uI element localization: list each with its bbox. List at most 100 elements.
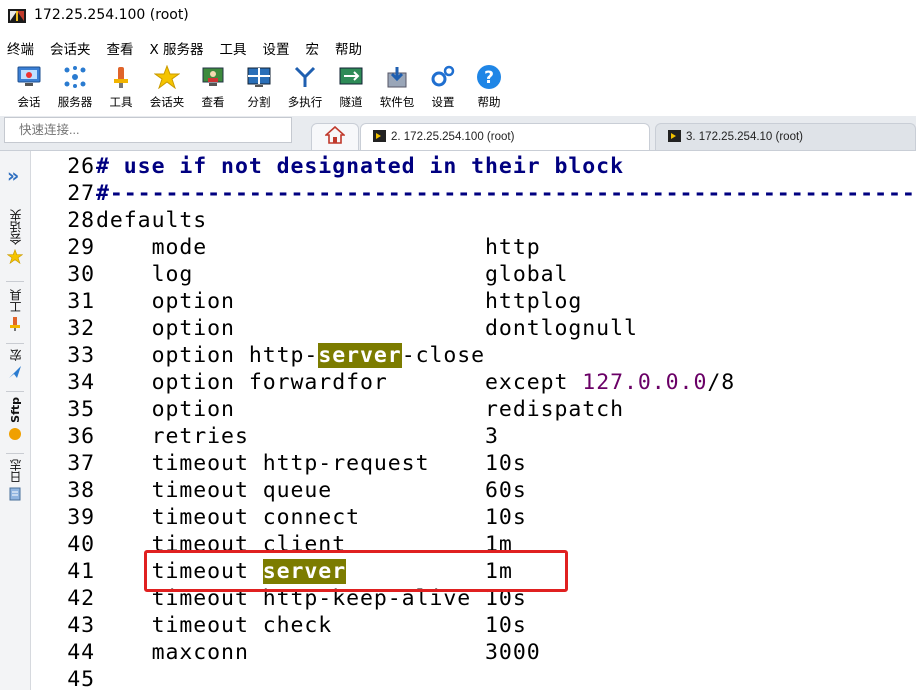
session-icon bbox=[15, 63, 43, 91]
code-text: mode http bbox=[96, 235, 541, 260]
line-code: maxconn 3000 bbox=[96, 639, 541, 666]
line-number: 26 bbox=[67, 154, 95, 179]
code-text: timeout http-request 10s bbox=[96, 451, 527, 476]
line-code: option dontlognull bbox=[96, 315, 638, 342]
menu-xserver[interactable]: X 服务器 bbox=[143, 34, 213, 60]
line-number: 34 bbox=[67, 370, 95, 395]
line-number: 45 bbox=[67, 667, 95, 690]
tunnel-icon bbox=[337, 63, 365, 91]
line-number: 27 bbox=[67, 181, 95, 206]
side-panel: » 会话夹 工具 宏 Sftp 日志 bbox=[0, 151, 31, 690]
menu-settings[interactable]: 设置 bbox=[256, 34, 299, 60]
view-icon bbox=[199, 63, 227, 91]
menu-help[interactable]: 帮助 bbox=[328, 34, 371, 60]
sidebar-tab-sftp[interactable]: Sftp bbox=[4, 397, 26, 445]
multiexec-icon bbox=[291, 63, 319, 91]
menu-macros[interactable]: 宏 bbox=[299, 34, 329, 60]
tools-icon bbox=[107, 63, 135, 91]
settings-button[interactable]: 设置 bbox=[420, 60, 466, 116]
line-code: #---------------------------------------… bbox=[96, 180, 916, 207]
menu-terminal[interactable]: 终端 bbox=[0, 34, 43, 60]
line-number: 38 bbox=[67, 478, 95, 503]
split-button[interactable]: 分割 bbox=[236, 60, 282, 116]
menu-sessions[interactable]: 会话夹 bbox=[43, 34, 100, 60]
servers-button[interactable]: 服务器 bbox=[52, 60, 98, 116]
settings-icon bbox=[429, 63, 457, 91]
tab-session-2[interactable]: 2. 172.25.254.100 (root) bbox=[360, 123, 650, 150]
expand-chevron-icon[interactable]: » bbox=[7, 165, 19, 187]
code-text: -close bbox=[401, 343, 486, 368]
line-number: 29 bbox=[67, 235, 95, 260]
line-code: defaults bbox=[96, 207, 207, 234]
tab-session-3[interactable]: 3. 172.25.254.10 (root) bbox=[655, 123, 916, 150]
macro-icon bbox=[8, 364, 22, 383]
menu-tools[interactable]: 工具 bbox=[213, 34, 256, 60]
line-number: 36 bbox=[67, 424, 95, 449]
log-icon bbox=[8, 486, 22, 505]
package-icon bbox=[383, 63, 411, 91]
help-icon: ? bbox=[475, 63, 503, 91]
sidebar-divider bbox=[6, 391, 24, 392]
line-code: timeout check 10s bbox=[96, 612, 527, 639]
star-icon bbox=[6, 248, 24, 268]
code-text: maxconn 3000 bbox=[96, 640, 541, 665]
code-text: log global bbox=[96, 262, 569, 287]
quick-connect-input[interactable] bbox=[5, 118, 291, 142]
terminal-tab-icon bbox=[373, 129, 386, 145]
line-number: 40 bbox=[67, 532, 95, 557]
line-code: log global bbox=[96, 261, 568, 288]
line-code: timeout connect 10s bbox=[96, 504, 527, 531]
tunnel-button[interactable]: 隧道 bbox=[328, 60, 374, 116]
code-text: timeout connect 10s bbox=[96, 505, 527, 530]
sidebar-tab-macros[interactable]: 宏 bbox=[4, 349, 26, 383]
line-code: option forwardfor except 127.0.0.0/8 bbox=[96, 369, 735, 396]
sidebar-divider bbox=[6, 343, 24, 344]
sftp-icon bbox=[8, 426, 22, 445]
line-number: 33 bbox=[67, 343, 95, 368]
line-number: 44 bbox=[67, 640, 95, 665]
sidebar-tab-sessions[interactable]: 会话夹 bbox=[4, 209, 26, 268]
line-number: 35 bbox=[67, 397, 95, 422]
tab-label: 3. 172.25.254.10 (root) bbox=[686, 131, 803, 143]
sidebar-tab-log[interactable]: 日志 bbox=[4, 459, 26, 505]
code-number: 127.0.0.0 bbox=[582, 370, 708, 395]
help-button[interactable]: ? 帮助 bbox=[466, 60, 512, 116]
line-code: timeout queue 60s bbox=[96, 477, 527, 504]
line-number: 31 bbox=[67, 289, 95, 314]
line-number: 39 bbox=[67, 505, 95, 530]
home-tab[interactable] bbox=[311, 123, 359, 150]
title-bar: 172.25.254.100 (root) bbox=[0, 0, 916, 32]
code-text: option http- bbox=[96, 343, 319, 368]
highlight-annotation-box bbox=[144, 550, 568, 592]
code-text: defaults bbox=[96, 208, 208, 233]
code-text: /8 bbox=[707, 370, 736, 395]
packages-button[interactable]: 软件包 bbox=[374, 60, 420, 116]
line-number: 32 bbox=[67, 316, 95, 341]
sessions-folder-button[interactable]: 会话夹 bbox=[144, 60, 190, 116]
view-button[interactable]: 查看 bbox=[190, 60, 236, 116]
tools-button[interactable]: 工具 bbox=[98, 60, 144, 116]
session-button[interactable]: 会话 bbox=[6, 60, 52, 116]
terminal-view[interactable]: 26 # use if not designated in their block… bbox=[31, 151, 916, 690]
line-code: retries 3 bbox=[96, 423, 499, 450]
home-icon bbox=[323, 125, 347, 148]
menu-view[interactable]: 查看 bbox=[100, 34, 143, 60]
multiexec-button[interactable]: 多执行 bbox=[282, 60, 328, 116]
code-text: timeout check 10s bbox=[96, 613, 527, 638]
line-code: mode http bbox=[96, 234, 541, 261]
code-comment: #---------------------------------------… bbox=[96, 181, 916, 206]
line-code: option httplog bbox=[96, 288, 582, 315]
sidebar-divider bbox=[6, 281, 24, 282]
code-comment: # use if not designated in their block bbox=[96, 154, 624, 179]
sidebar-tab-tools[interactable]: 工具 bbox=[4, 289, 26, 335]
code-text: option forwardfor except bbox=[96, 370, 583, 395]
toolbar: 会话 服务器 工具 会话夹 查看 分割 多执行 隧道 软件包 设置 ? 帮助 bbox=[0, 60, 916, 116]
line-number: 43 bbox=[67, 613, 95, 638]
line-number: 28 bbox=[67, 208, 95, 233]
line-code: option http-server-close bbox=[96, 342, 485, 369]
line-number: 30 bbox=[67, 262, 95, 287]
svg-text:?: ? bbox=[484, 68, 494, 88]
tab-label: 2. 172.25.254.100 (root) bbox=[391, 131, 515, 143]
line-code: timeout http-request 10s bbox=[96, 450, 527, 477]
window-title: 172.25.254.100 (root) bbox=[34, 7, 189, 23]
